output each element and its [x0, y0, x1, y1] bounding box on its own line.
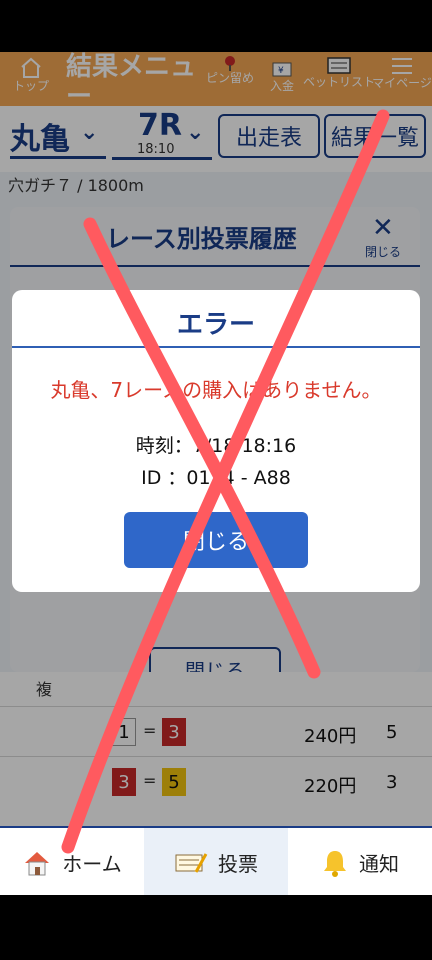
dialog-info: 時刻：7/18 18:16 ID ：0134 - A88 [12, 430, 420, 494]
error-dialog: エラー 丸亀、7レースの購入はありません。 時刻：7/18 18:16 ID ：… [12, 290, 420, 592]
bottom-nav-home-label: ホーム [62, 852, 122, 876]
bottom-nav-home[interactable]: ホーム [0, 828, 144, 895]
home-icon [25, 851, 50, 875]
dialog-title: エラー [176, 310, 255, 340]
app-screen: トップ 結果メニュー ピン留め ¥ 入金 ベットリスト マイページ 丸亀 ⌄ 7… [0, 52, 432, 895]
bell-icon [324, 850, 346, 877]
bottom-nav-vote[interactable]: 投票 [144, 828, 288, 895]
dialog-close-button[interactable]: 閉じる [124, 512, 308, 568]
bottom-nav-notify[interactable]: 通知 [288, 828, 432, 895]
dialog-divider [12, 346, 420, 348]
bottom-nav-notify-label: 通知 [359, 852, 399, 876]
error-message: 丸亀、7レースの購入はありません。 [50, 378, 382, 402]
bottom-nav-vote-label: 投票 [218, 852, 258, 876]
dialog-time: 時刻：7/18 18:16 [135, 435, 297, 457]
bottom-navigation: ホーム 投票 通知 [0, 826, 432, 895]
ticket-icon [175, 852, 208, 873]
dialog-id: ID ：0134 - A88 [141, 467, 291, 489]
